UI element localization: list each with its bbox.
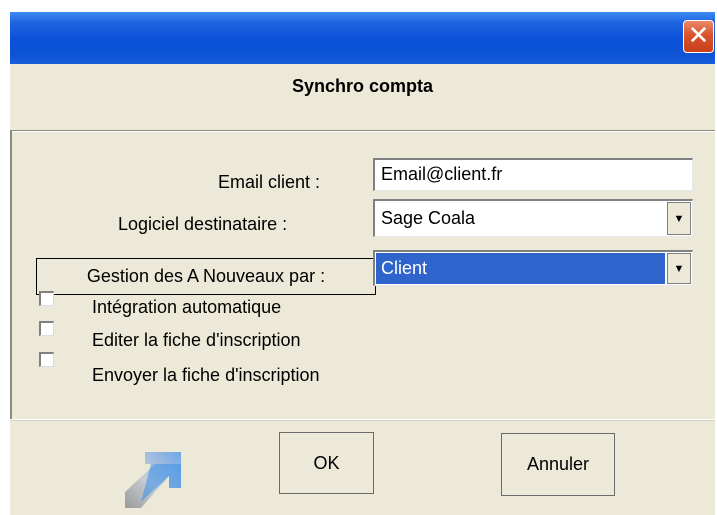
software-value: Sage Coala [381, 208, 476, 228]
synchro-compta-dialog: ✕ Synchro compta Email client : Email@cl… [10, 12, 715, 515]
edit-form-checkbox[interactable] [39, 321, 54, 336]
chevron-down-icon: ▼ [673, 213, 685, 225]
chevron-down-icon: ▼ [673, 263, 685, 275]
software-select[interactable]: Sage Coala ▼ [373, 199, 693, 237]
send-form-checkbox[interactable] [39, 352, 54, 367]
edit-form-label: Editer la fiche d'inscription [92, 330, 301, 350]
management-selection: Client [376, 253, 665, 284]
email-field[interactable]: Email@client.fr [373, 158, 693, 191]
auto-integration-label: Intégration automatique [92, 297, 282, 317]
divider [10, 130, 715, 132]
email-label: Email client : [218, 172, 321, 192]
software-dropdown-button[interactable]: ▼ [667, 202, 691, 235]
send-form-label: Envoyer la fiche d'inscription [92, 365, 320, 385]
title-bar[interactable]: ✕ [10, 12, 715, 64]
management-select[interactable]: Client ▼ [373, 250, 693, 286]
dialog-title: Synchro compta [291, 76, 434, 96]
panel-border [10, 130, 12, 420]
close-icon: ✕ [687, 21, 710, 51]
ok-button[interactable]: OK [279, 432, 374, 494]
management-value: Client [381, 258, 428, 278]
close-button[interactable]: ✕ [683, 20, 714, 53]
email-value: Email@client.fr [381, 164, 503, 184]
cancel-button[interactable]: Annuler [501, 433, 615, 496]
management-dropdown-button[interactable]: ▼ [667, 253, 691, 284]
divider [10, 419, 715, 421]
management-label: Gestion des A Nouveaux par : [36, 258, 376, 295]
auto-integration-checkbox[interactable] [39, 291, 54, 306]
software-label: Logiciel destinataire : [118, 214, 288, 234]
arrow-up-right-icon [125, 452, 181, 508]
